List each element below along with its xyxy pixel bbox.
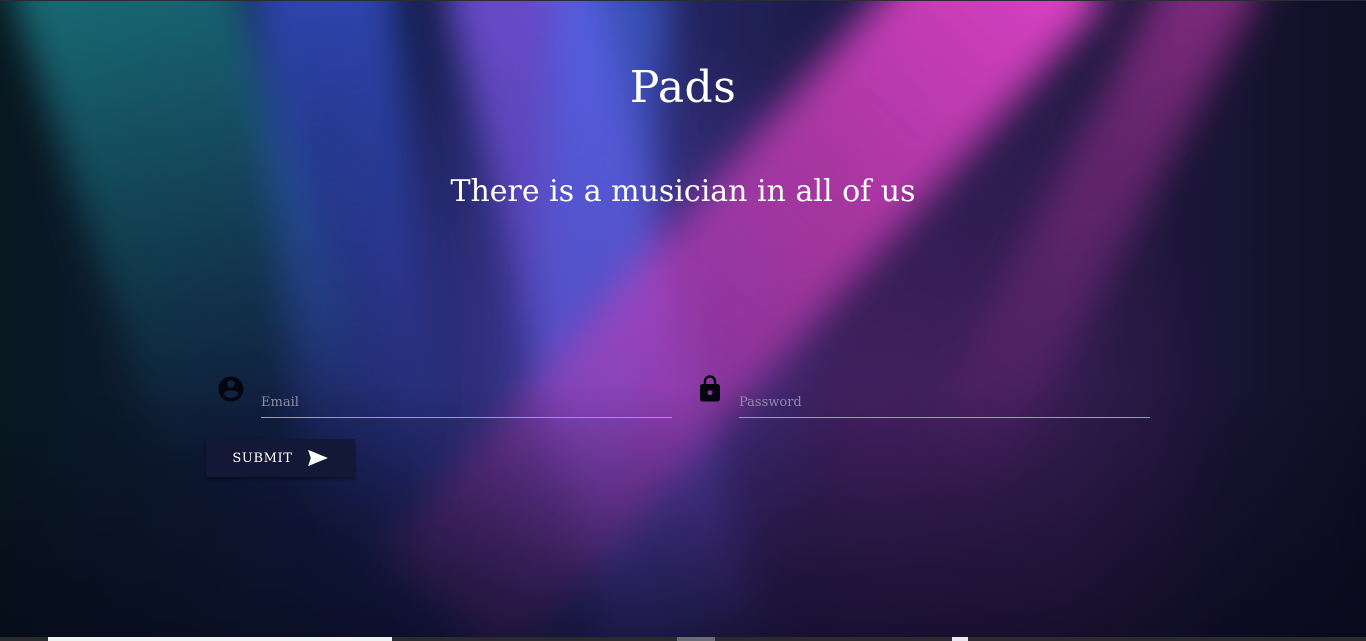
page-subtitle: There is a musician in all of us [450, 174, 916, 209]
submit-button[interactable]: Submit [206, 439, 355, 477]
bottom-scrollbar-strip [0, 637, 1366, 641]
bottom-strip-segment [48, 637, 392, 641]
password-field-group [695, 372, 1151, 420]
submit-button-label: Submit [232, 450, 293, 466]
email-input[interactable] [261, 380, 672, 418]
lock-icon [695, 374, 725, 404]
send-icon [307, 449, 329, 467]
password-input[interactable] [739, 380, 1150, 418]
bottom-strip-segment [952, 637, 968, 641]
email-field-group [216, 372, 672, 420]
login-page: Pads There is a musician in all of us Su… [0, 0, 1366, 641]
bottom-strip-segment [677, 637, 715, 641]
account-circle-icon [216, 374, 246, 404]
page-title: Pads [629, 62, 737, 113]
